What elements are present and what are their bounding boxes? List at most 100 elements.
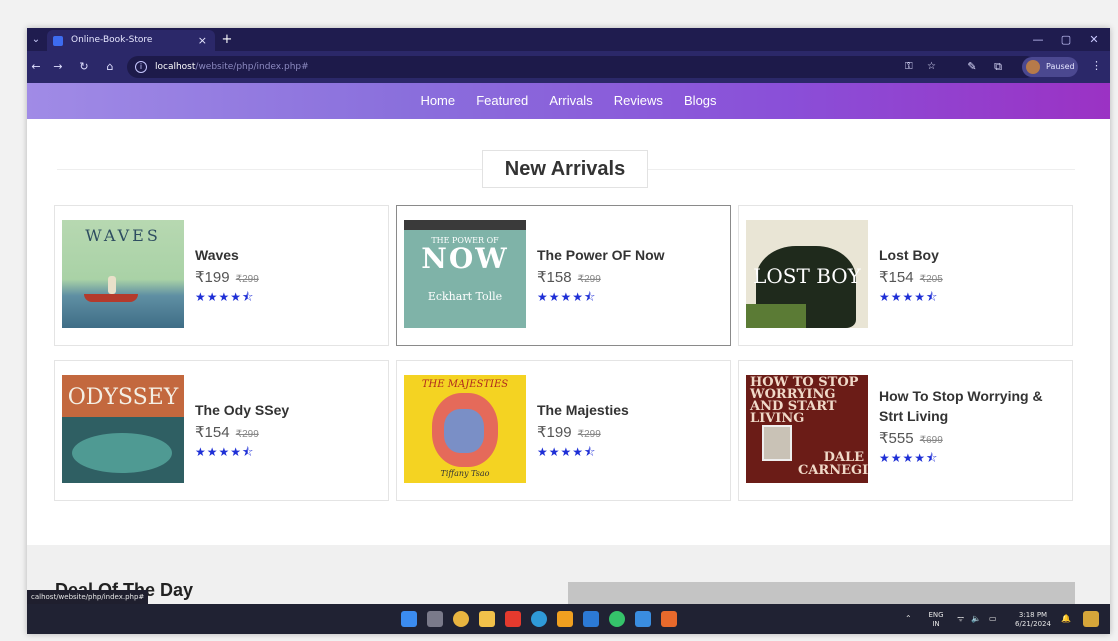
profile-button[interactable]: Paused <box>1022 57 1078 77</box>
extensions-puzzle-icon[interactable]: ⧉ <box>989 59 1007 75</box>
tab-online-book-store[interactable]: Online-Book-Store × <box>47 30 215 51</box>
product-card-odyssey[interactable]: ODYSSEY The Ody SSey ₹154 ₹299 ★★★★⯪ <box>54 360 389 501</box>
file-explorer-icon[interactable] <box>479 611 495 627</box>
vscode-icon[interactable] <box>583 611 599 627</box>
cover-grass <box>746 304 806 328</box>
old-price: ₹699 <box>919 435 943 446</box>
nav-link-reviews[interactable]: Reviews <box>614 83 663 119</box>
language-indicator[interactable]: ENG IN <box>925 611 947 629</box>
old-price: ₹299 <box>235 274 259 285</box>
product-info: The Majesties ₹199 ₹299 ★★★★⯪ <box>537 400 727 464</box>
book-cover-odyssey[interactable]: ODYSSEY <box>62 375 184 483</box>
password-key-icon[interactable]: ⚿ <box>905 60 913 74</box>
product-price: ₹154 ₹205 <box>879 268 1069 286</box>
window-close-icon[interactable]: ✕ <box>1079 28 1109 51</box>
current-price: ₹199 <box>195 269 230 286</box>
cover-author: Tiffany Tsao <box>440 469 490 478</box>
cover-text-3: Eckhart Tolle <box>427 290 503 303</box>
notification-bell-icon[interactable]: 🔔 <box>1061 604 1071 634</box>
nav-link-home[interactable]: Home <box>420 83 455 119</box>
old-price: ₹299 <box>577 274 601 285</box>
battery-icon[interactable]: ▭ <box>989 604 997 634</box>
cover-text: ODYSSEY <box>67 385 179 410</box>
forward-arrow-icon[interactable]: → <box>49 59 67 75</box>
book-cover-waves[interactable]: WAVES <box>62 220 184 328</box>
address-bar-row: ← → ↻ ⌂ i localhost/website/php/index.ph… <box>27 51 1110 83</box>
product-title[interactable]: Lost Boy <box>879 245 1069 265</box>
start-windows-icon[interactable] <box>401 611 417 627</box>
current-price: ₹555 <box>879 430 914 447</box>
product-card-waves[interactable]: WAVES Waves ₹199 ₹299 ★★★★⯪ <box>54 205 389 346</box>
tab-title: Online-Book-Store <box>71 35 153 45</box>
star-rating: ★★★★⯪ <box>195 290 255 304</box>
tab-close-icon[interactable]: × <box>198 30 207 51</box>
taskbar: ⌃ ENG IN ᯤ 🔈 ▭ 3:18 PM 6/21/2024 🔔 <box>27 604 1110 634</box>
tray-chevron-icon[interactable]: ⌃ <box>905 604 912 634</box>
product-info: Waves ₹199 ₹299 ★★★★⯪ <box>195 245 385 309</box>
product-title[interactable]: The Majesties <box>537 400 727 420</box>
star-rating: ★★★★⯪ <box>537 445 597 459</box>
product-info: The Ody SSey ₹154 ₹299 ★★★★⯪ <box>195 400 385 464</box>
url-host: localhost <box>155 62 196 72</box>
whatsapp-icon[interactable] <box>609 611 625 627</box>
product-card-stop-worrying[interactable]: HOW TO STOP WORRYING AND START LIVING DA… <box>738 360 1073 501</box>
home-icon[interactable]: ⌂ <box>101 59 119 75</box>
product-price: ₹199 ₹299 <box>195 268 385 286</box>
store-icon[interactable] <box>635 611 651 627</box>
cover-figure <box>108 276 116 294</box>
menu-kebab-icon[interactable]: ⋮ <box>1091 59 1102 72</box>
site-navbar: Home Featured Arrivals Reviews Blogs <box>27 83 1110 119</box>
wifi-icon[interactable]: ᯤ <box>957 604 964 634</box>
product-card-power-of-now[interactable]: THE POWER OF NOW Eckhart Tolle The Power… <box>396 205 731 346</box>
product-title[interactable]: How To Stop Worrying & Strt Living <box>879 386 1069 426</box>
product-title[interactable]: Waves <box>195 245 385 265</box>
book-cover-stop-worrying[interactable]: HOW TO STOP WORRYING AND START LIVING DA… <box>746 375 868 483</box>
product-price: ₹199 ₹299 <box>537 423 727 441</box>
product-title[interactable]: The Power OF Now <box>537 245 727 265</box>
chrome-icon[interactable] <box>453 611 469 627</box>
address-bar[interactable]: i localhost/website/php/index.php# ⚿ ☆ <box>127 56 1037 78</box>
site-info-icon[interactable]: i <box>135 61 147 73</box>
maximize-icon[interactable]: ▢ <box>1051 28 1081 51</box>
nav-link-arrivals[interactable]: Arrivals <box>549 83 592 119</box>
minimize-icon[interactable]: — <box>1023 28 1053 51</box>
old-price: ₹299 <box>235 429 259 440</box>
reload-icon[interactable]: ↻ <box>75 59 93 75</box>
current-price: ₹158 <box>537 269 572 286</box>
cover-wave <box>72 433 172 473</box>
nav-link-featured[interactable]: Featured <box>476 83 528 119</box>
current-price: ₹154 <box>195 424 230 441</box>
old-price: ₹205 <box>919 274 943 285</box>
book-cover-lost-boy[interactable]: LOST BOY <box>746 220 868 328</box>
lang-1: ENG <box>928 611 944 619</box>
book-cover-majesties[interactable]: THE MAJESTIES Tiffany Tsao <box>404 375 526 483</box>
new-tab-button[interactable]: + <box>219 30 235 49</box>
volume-icon[interactable]: 🔈 <box>971 604 981 634</box>
cover-banner <box>404 220 526 230</box>
product-title[interactable]: The Ody SSey <box>195 400 385 420</box>
url-text[interactable]: localhost/website/php/index.php# <box>155 56 309 78</box>
cover-text-2: NOW <box>421 242 509 275</box>
back-arrow-icon[interactable]: ← <box>27 59 45 75</box>
app-icon[interactable] <box>557 611 573 627</box>
product-card-majesties[interactable]: THE MAJESTIES Tiffany Tsao The Majesties… <box>396 360 731 501</box>
xampp-icon[interactable] <box>661 611 677 627</box>
tab-list-icon[interactable]: ⌄ <box>27 30 45 49</box>
product-card-lost-boy[interactable]: LOST BOY Lost Boy ₹154 ₹205 ★★★★⯪ <box>738 205 1073 346</box>
book-cover-power-of-now[interactable]: THE POWER OF NOW Eckhart Tolle <box>404 220 526 328</box>
task-view-icon[interactable] <box>427 611 443 627</box>
current-price: ₹199 <box>537 424 572 441</box>
clock[interactable]: 3:18 PM 6/21/2024 <box>1011 611 1055 629</box>
youtube-icon[interactable] <box>505 611 521 627</box>
tab-bar: ⌄ Online-Book-Store × + — ▢ ✕ <box>27 28 1110 51</box>
star-rating: ★★★★⯪ <box>879 451 939 465</box>
profile-avatar <box>1026 60 1040 74</box>
copilot-icon[interactable] <box>1083 611 1099 627</box>
bookmark-star-icon[interactable]: ☆ <box>927 60 936 74</box>
cover-text: THE MAJESTIES <box>421 379 509 390</box>
nav-link-blogs[interactable]: Blogs <box>684 83 717 119</box>
extension-pen-icon[interactable]: ✎ <box>963 59 981 75</box>
cover-portrait <box>762 425 792 461</box>
edge-icon[interactable] <box>531 611 547 627</box>
cover-author: DALE CARNEGIE <box>798 450 868 478</box>
